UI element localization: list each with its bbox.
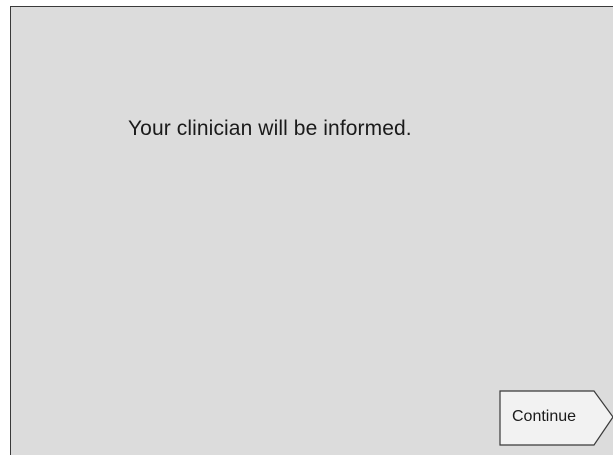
- kiosk-screen: Your clinician will be informed. Continu…: [10, 6, 613, 455]
- continue-button-label: Continue: [512, 408, 577, 425]
- information-message: Your clinician will be informed.: [128, 117, 412, 140]
- continue-button[interactable]: Continue: [499, 390, 613, 446]
